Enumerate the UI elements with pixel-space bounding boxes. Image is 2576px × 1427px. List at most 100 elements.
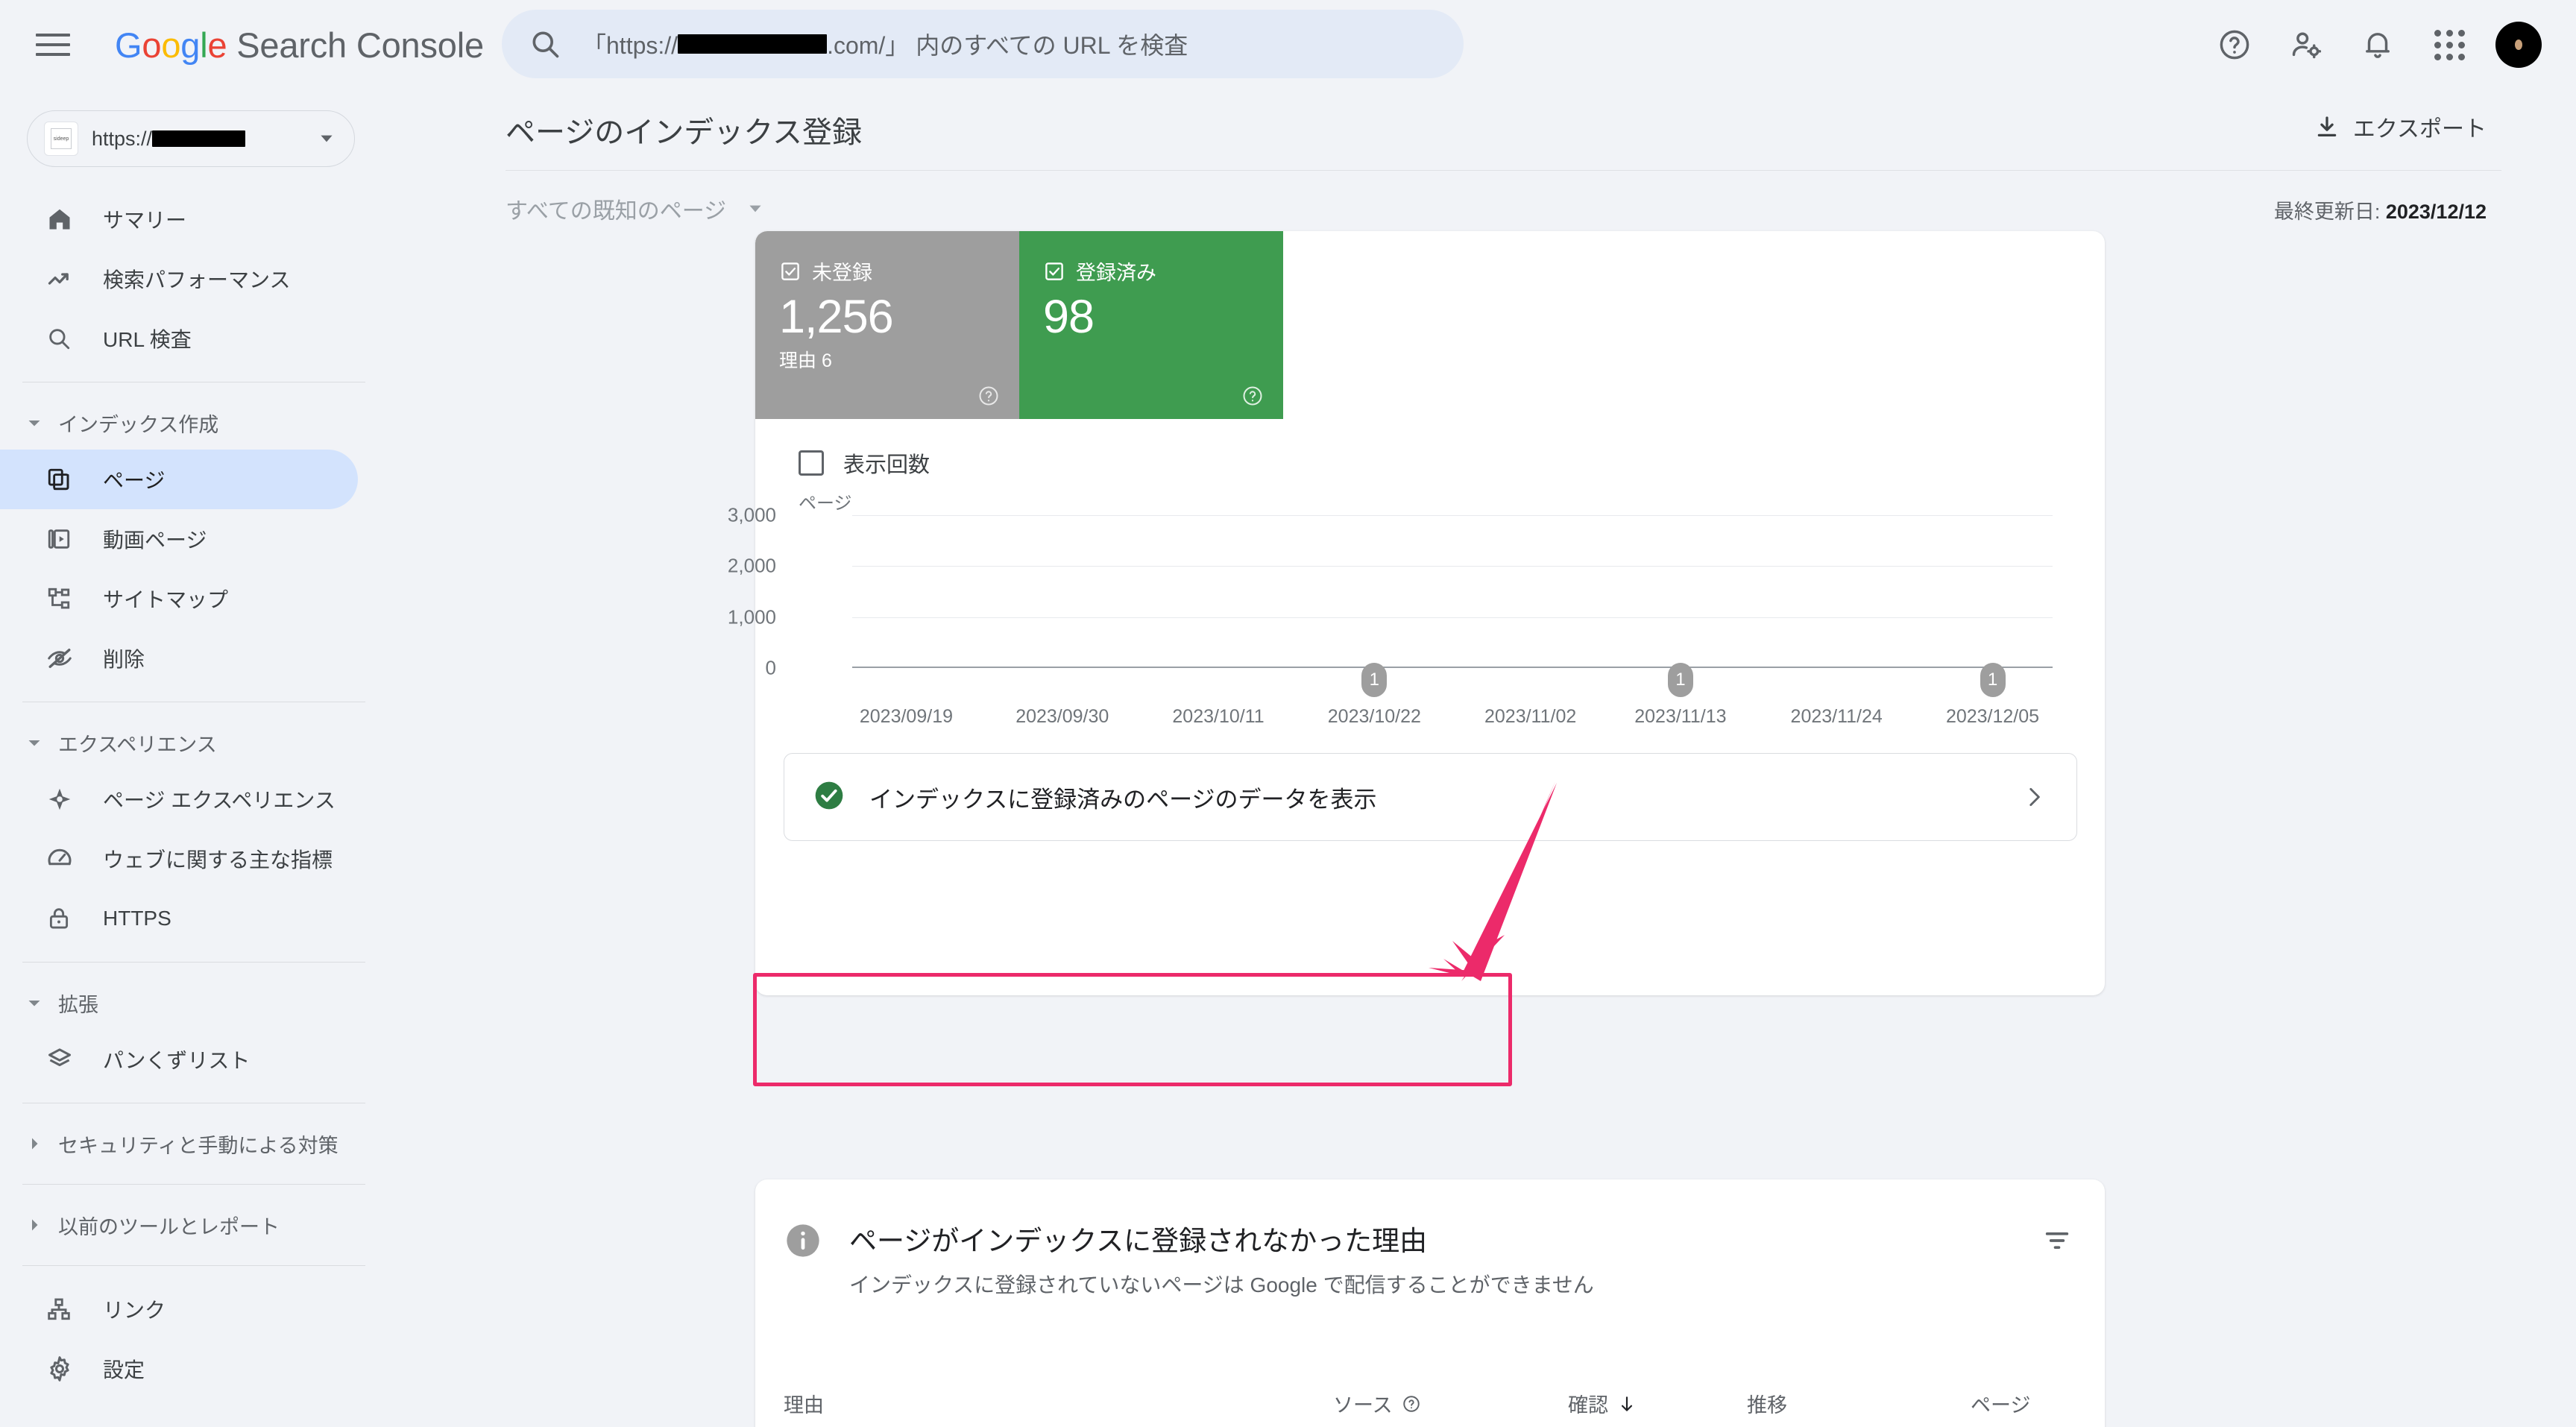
sidebar-section-label: セキュリティと手動による対策 — [58, 1134, 338, 1157]
chart-plot-area: 3,000 2,000 1,000 0 — [728, 504, 2053, 679]
account-avatar[interactable] — [2495, 22, 2542, 68]
column-header-trend[interactable]: 推移 — [1747, 1389, 1787, 1418]
sidebar-item-summary[interactable]: サマリー — [0, 189, 358, 249]
logo-letter-g1: G — [115, 25, 142, 65]
sidebar-item-label: サイトマップ — [103, 588, 229, 611]
sidebar-section-legacy-tools[interactable]: 以前のツールとレポート — [0, 1198, 395, 1252]
sidebar-item-label: サマリー — [103, 209, 187, 232]
triangle-down-icon — [28, 1001, 40, 1007]
help-circle-icon[interactable] — [1241, 385, 1264, 407]
chart-y-tick: 0 — [765, 656, 776, 679]
checkbox-checked-icon[interactable] — [1043, 260, 1065, 283]
apps-grid-icon[interactable] — [2413, 9, 2485, 81]
eye-off-icon — [46, 645, 79, 672]
help-circle-icon[interactable] — [977, 385, 1000, 407]
impressions-label: 表示回数 — [843, 453, 930, 477]
sidebar-item-breadcrumbs[interactable]: パンくずリスト — [0, 1030, 358, 1089]
sidebar-item-label: 検索パフォーマンス — [103, 268, 291, 292]
sidebar-section-label: エクスペリエンス — [58, 733, 217, 756]
logo-letter-g2: g — [180, 25, 201, 65]
sidebar: sideep https:// サマリー 検索パフォーマンス URL 検査 イン… — [0, 89, 395, 1427]
links-icon — [46, 1297, 79, 1322]
column-label: 理由 — [784, 1394, 824, 1417]
sidebar-item-video-pages[interactable]: 動画ページ — [0, 509, 358, 569]
checkbox-unchecked-icon[interactable] — [799, 450, 824, 476]
search-suffix: .com/」 内のすべての URL を検査 — [827, 32, 1188, 59]
chart-y-tick: 1,000 — [727, 605, 776, 629]
chart-x-tick-label: 2023/11/24 — [1790, 706, 1883, 727]
export-button-label: エクスポート — [2352, 117, 2487, 142]
property-selector[interactable]: sideep https:// — [27, 110, 355, 167]
section-title: ページがインデックスに登録されなかった理由 — [849, 1226, 1428, 1256]
property-url: https:// — [92, 127, 317, 151]
logo-letter-l: l — [200, 25, 208, 65]
url-inspection-search-bar[interactable]: 「https:// .com/」 内のすべての URL を検査 — [502, 10, 1464, 78]
sidebar-section-label: インデックス作成 — [58, 413, 219, 436]
search-icon — [46, 326, 79, 351]
chart-annotation-badge[interactable]: 1 — [1980, 663, 2006, 697]
section-text: ページがインデックスに登録されなかった理由 インデックスに登録されていないページ… — [849, 1218, 1594, 1299]
top-app-bar: Google Search Console 「https:// .com/」 内の… — [0, 0, 2576, 89]
help-icon[interactable] — [2199, 9, 2270, 81]
column-header-validation[interactable]: 確認 — [1568, 1389, 1637, 1418]
chevron-down-icon — [749, 205, 761, 212]
sidebar-section-label: 拡張 — [58, 993, 98, 1016]
user-settings-icon[interactable] — [2270, 9, 2342, 81]
column-header-reason[interactable]: 理由 — [784, 1389, 824, 1418]
sidebar-item-url-inspection[interactable]: URL 検査 — [0, 309, 358, 368]
export-button[interactable]: エクスポート — [2314, 110, 2487, 143]
notifications-bell-icon[interactable] — [2342, 9, 2413, 81]
sidebar-item-page-experience[interactable]: ページ エクスペリエンス — [0, 769, 358, 829]
sidebar-item-label: 動画ページ — [103, 529, 207, 552]
chart-annotation-badge[interactable]: 1 — [1361, 663, 1388, 697]
hamburger-menu-icon[interactable] — [36, 28, 75, 61]
view-indexed-pages-row[interactable]: インデックスに登録済みのページのデータを表示 — [784, 753, 2077, 841]
chart-x-tick-label: 2023/11/02 — [1484, 706, 1577, 727]
sidebar-item-removals[interactable]: 削除 — [0, 629, 358, 688]
checkbox-checked-icon[interactable] — [779, 260, 802, 283]
metric-label: 未登録 — [812, 262, 872, 284]
home-icon — [46, 206, 79, 233]
sidebar-item-links[interactable]: リンク — [0, 1279, 358, 1339]
metric-card-not-indexed[interactable]: 未登録 1,256 理由 6 — [755, 231, 1019, 419]
column-header-pages[interactable]: ページ — [1971, 1389, 2030, 1418]
logo-letter-o2: o — [161, 25, 181, 65]
metric-value: 1,256 — [779, 291, 894, 343]
chart-annotation-badge[interactable]: 1 — [1667, 663, 1693, 697]
chevron-down-icon — [321, 135, 333, 142]
sidebar-section-security[interactable]: セキュリティと手動による対策 — [0, 1117, 395, 1171]
page-filter-label: すべての既知のページ — [506, 199, 727, 224]
sidebar-item-search-performance[interactable]: 検索パフォーマンス — [0, 249, 358, 309]
chart-bars — [852, 515, 2053, 668]
last-updated-value: 2023/12/12 — [2385, 201, 2487, 223]
last-updated-label: 最終更新日: — [2273, 201, 2381, 223]
metric-value: 98 — [1043, 291, 1095, 343]
page-title: ページのインデックス登録 — [506, 116, 862, 149]
sidebar-item-label: HTTPS — [103, 907, 171, 930]
sidebar-item-https[interactable]: HTTPS — [0, 889, 358, 948]
column-header-source[interactable]: ソース — [1333, 1389, 1421, 1418]
metric-subtext: 理由 6 — [779, 350, 832, 372]
column-label: ページ — [1971, 1394, 2031, 1417]
logo-letter-e: e — [207, 25, 227, 65]
filter-list-icon[interactable] — [2042, 1226, 2072, 1259]
sidebar-item-label: ページ — [103, 469, 166, 492]
chart-x-tick-label: 2023/12/05 — [1945, 706, 2040, 727]
sidebar-section-enhancements[interactable]: 拡張 — [0, 976, 395, 1030]
impressions-toggle[interactable]: 表示回数 — [799, 447, 930, 479]
sidebar-item-sitemaps[interactable]: サイトマップ — [0, 569, 358, 629]
metric-card-indexed[interactable]: 登録済み 98 — [1019, 231, 1283, 419]
pages-icon — [46, 467, 79, 492]
redaction-bar-search — [678, 34, 828, 54]
page-filter-dropdown[interactable]: すべての既知のページ — [506, 192, 765, 225]
sidebar-section-experience[interactable]: エクスペリエンス — [0, 716, 395, 769]
metric-tabs: 未登録 1,256 理由 6 登録済み 98 — [755, 231, 1283, 419]
sidebar-item-settings[interactable]: 設定 — [0, 1339, 358, 1399]
sidebar-item-core-web-vitals[interactable]: ウェブに関する主な指標 — [0, 829, 358, 889]
sidebar-divider — [22, 1184, 365, 1185]
favicon-text: sideep — [53, 136, 69, 142]
sidebar-section-indexing[interactable]: インデックス作成 — [0, 396, 395, 450]
sidebar-item-pages[interactable]: ページ — [0, 450, 358, 509]
help-circle-icon[interactable] — [1402, 1394, 1421, 1414]
property-url-prefix: https:// — [92, 127, 153, 150]
